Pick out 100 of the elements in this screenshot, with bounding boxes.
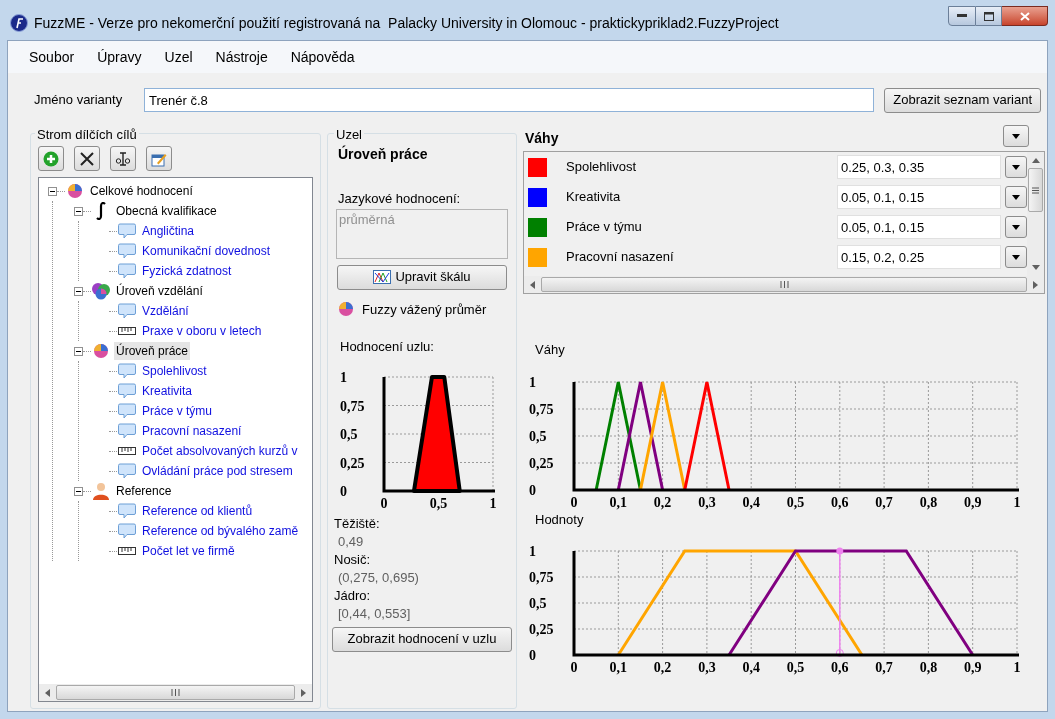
tree-item[interactable]: Spolehlivost [140, 362, 209, 380]
stat-value: (0,275, 0,695) [337, 568, 420, 587]
axis-label: 0 [340, 483, 347, 499]
axis-label: 0,7 [875, 660, 893, 675]
tree-item[interactable]: Počet let ve firmě [140, 542, 237, 560]
show-variants-button[interactable]: Zobrazit seznam variant [884, 87, 1041, 113]
tree-item[interactable]: Ovládání práce pod stresem [140, 462, 295, 480]
scroll-up-icon[interactable] [1031, 158, 1040, 163]
tree-item[interactable]: Počet absolvovaných kurzů v [140, 442, 300, 460]
tree-item[interactable]: Pracovní nasazení [140, 422, 244, 440]
axis-label: 0,1 [609, 660, 628, 675]
tree-item[interactable]: Kreativita [140, 382, 195, 400]
weight-field[interactable]: 0.05, 0.1, 0.15 [837, 215, 1001, 239]
weight-field[interactable]: 0.15, 0.2, 0.25 [837, 245, 1001, 269]
horizontal-scrollbar[interactable] [524, 276, 1044, 293]
variant-name-field[interactable]: Trenér č.8 [144, 88, 875, 112]
axis-label: 0,1 [609, 494, 628, 510]
close-icon [1019, 11, 1030, 21]
stat-value: [0,44, 0,553] [337, 604, 412, 623]
axis-label: 0,4 [742, 494, 760, 510]
integral-icon [95, 202, 107, 220]
tree-item[interactable]: Obecná kvalifikace [114, 202, 219, 220]
axis-label: 0,4 [742, 660, 760, 675]
scroll-right-icon[interactable] [1033, 280, 1038, 289]
close-button[interactable] [1002, 6, 1048, 26]
menu-item[interactable]: Uzel [164, 46, 193, 68]
minus-icon [76, 208, 81, 214]
tree-item[interactable]: Úroveň vzdělání [114, 282, 205, 300]
vertical-scrollbar[interactable] [1027, 152, 1044, 276]
scroll-right-icon[interactable] [301, 688, 306, 697]
minimize-icon [957, 14, 967, 18]
stat-label: Jádro: [334, 586, 372, 605]
collapse-toggle[interactable] [48, 186, 57, 196]
axis-label: 1 [340, 369, 347, 385]
collapse-toggle[interactable] [74, 346, 83, 356]
dropdown-button[interactable] [1005, 186, 1027, 208]
window-title: FuzzME - Verze pro nekomerční použití registrovaná na Palacky University in Olomouc - praktickypriklad2.FuzzyProject [34, 13, 780, 33]
maximize-icon [983, 11, 994, 21]
menu-item[interactable]: Soubor [29, 46, 75, 68]
axis-label: 0,75 [529, 570, 554, 585]
dropdown-button[interactable] [1005, 156, 1027, 178]
pie-charts-icon [91, 282, 111, 300]
tree-item[interactable]: Praxe v oboru v letech [140, 322, 264, 340]
maximize-button[interactable] [976, 6, 1002, 26]
scroll-thumb[interactable] [541, 277, 1027, 292]
caret-icon [1012, 194, 1020, 200]
tree-item[interactable]: Úroveň práce [114, 342, 191, 360]
minus-icon [50, 188, 55, 194]
tree-item[interactable]: Reference od bývalého zamě [140, 522, 301, 540]
weight-field[interactable]: 0.05, 0.1, 0.15 [837, 185, 1001, 209]
speech-bubble-icon [118, 503, 136, 519]
edit-scale-button[interactable]: Upravit škálu [337, 264, 507, 290]
tree-item[interactable]: Celkové hodnocení [88, 182, 195, 200]
axis-label: 0,9 [963, 494, 982, 510]
axis-label: 0,25 [529, 455, 554, 471]
grip-icon [779, 281, 789, 288]
scroll-down-icon[interactable] [1031, 265, 1040, 270]
tree-item[interactable]: Práce v týmu [140, 402, 215, 420]
tree-item[interactable]: Vzdělání [140, 302, 191, 320]
tree-item[interactable]: Reference [114, 482, 174, 500]
horizontal-scrollbar[interactable] [39, 684, 312, 701]
menu-item[interactable]: Úpravy [97, 46, 142, 68]
axis-label: 0,9 [963, 660, 982, 675]
menu-item[interactable]: Nápověda [290, 46, 355, 68]
tree-item[interactable]: Komunikační dovednost [140, 242, 273, 260]
field-label: Hodnocení uzlu: [339, 338, 435, 356]
criterion-name: Práce v týmu [566, 218, 643, 237]
show-rating-button[interactable]: Zobrazit hodnocení v uzlu [332, 626, 512, 652]
axis-label: 0,75 [529, 401, 554, 417]
toolbar-button[interactable] [110, 146, 136, 171]
collapse-toggle[interactable] [74, 286, 83, 296]
dropdown-button[interactable] [1005, 216, 1027, 238]
axis-label: 0 [529, 648, 536, 663]
scroll-left-icon[interactable] [530, 280, 535, 289]
scroll-left-icon[interactable] [45, 688, 50, 697]
tree-item[interactable]: Fyzická zdatnost [140, 262, 234, 280]
marker-handle[interactable] [835, 649, 844, 657]
axis-label: 0,75 [340, 398, 365, 413]
pie-chart-icon [67, 183, 83, 199]
dropdown-button[interactable] [1003, 125, 1029, 147]
toolbar-button[interactable] [74, 146, 100, 171]
collapse-toggle[interactable] [74, 206, 83, 216]
dropdown-button[interactable] [1005, 246, 1027, 268]
minus-icon [76, 488, 81, 494]
axis-label: 0,6 [831, 494, 849, 510]
speech-bubble-icon [118, 303, 136, 319]
scroll-thumb[interactable] [1028, 168, 1043, 212]
axis-label: 0,25 [529, 622, 554, 637]
scroll-thumb[interactable] [56, 685, 295, 700]
stat-value: 0,49 [337, 532, 365, 551]
tree-item[interactable]: Reference od klientů [140, 502, 255, 520]
criterion-name: Kreativita [566, 188, 622, 207]
collapse-toggle[interactable] [74, 486, 83, 496]
tree-item[interactable]: Angličtina [140, 222, 197, 240]
marker-handle[interactable] [836, 547, 844, 555]
menu-item[interactable]: Nástroje [215, 46, 268, 68]
minimize-button[interactable] [948, 6, 976, 26]
stat-label: Nosič: [334, 550, 372, 569]
speech-bubble-icon [118, 263, 136, 279]
weight-field[interactable]: 0.25, 0.3, 0.35 [837, 155, 1001, 179]
